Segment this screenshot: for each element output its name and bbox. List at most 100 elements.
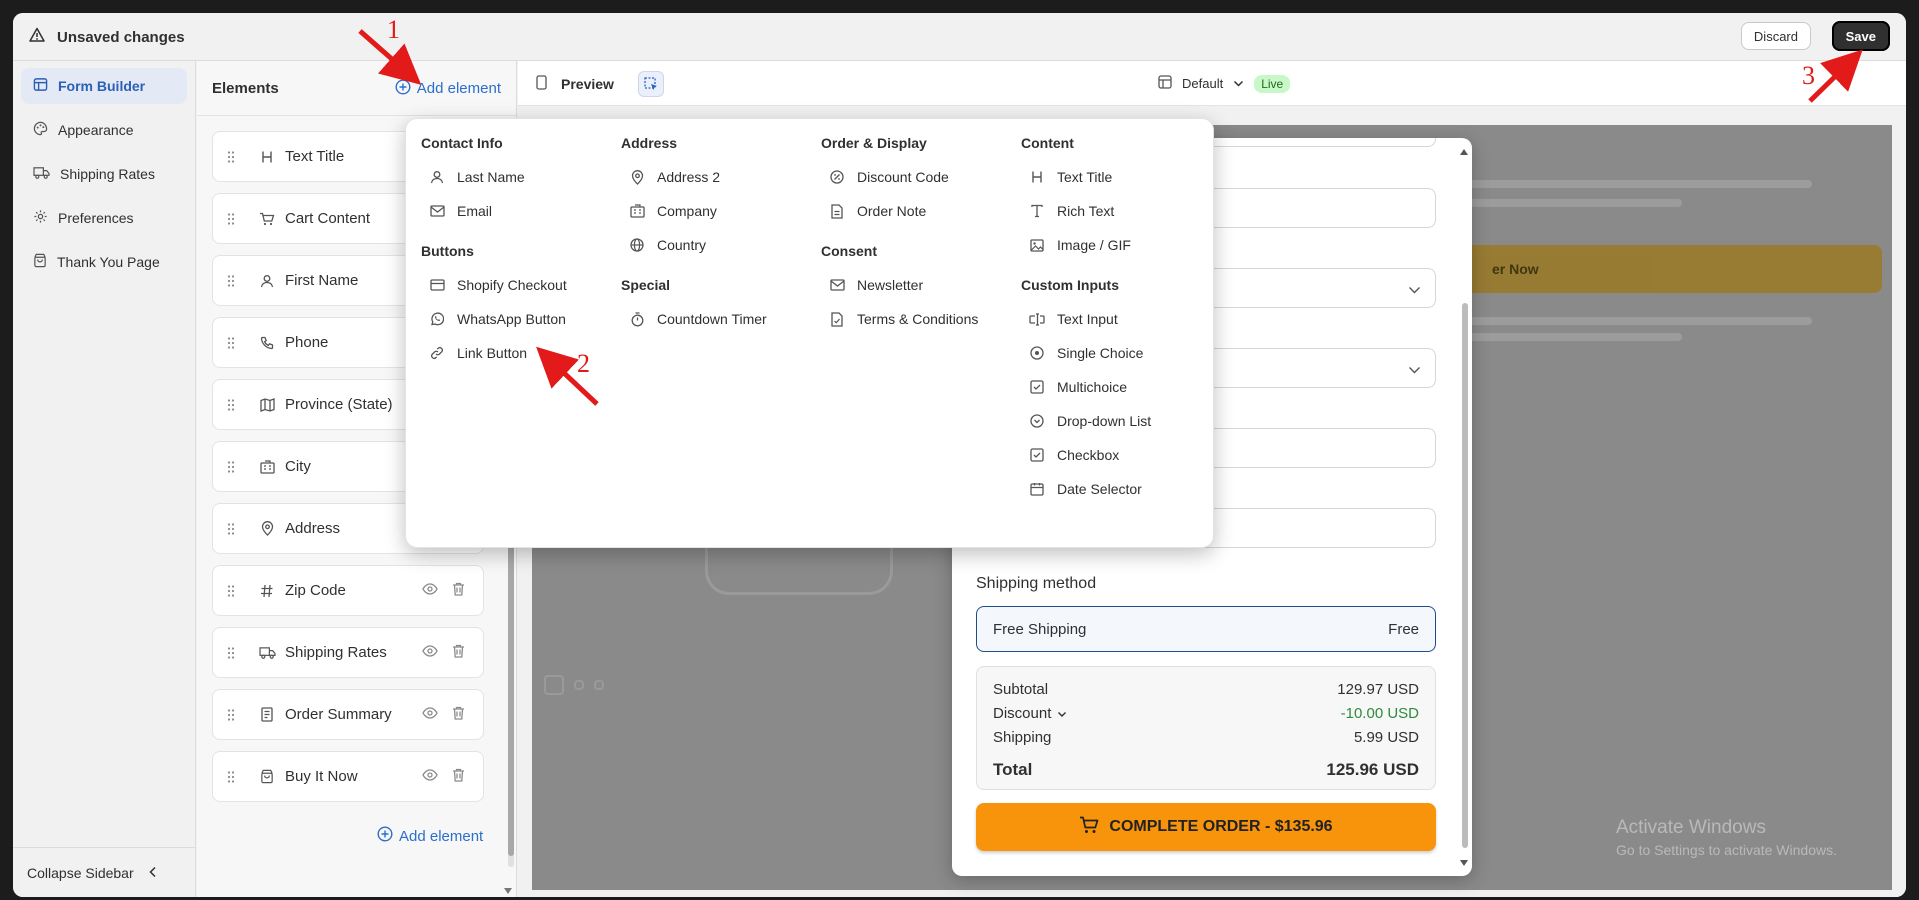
trash-icon[interactable] [452,582,465,600]
drag-handle-icon[interactable] [213,646,249,660]
eye-icon[interactable] [422,768,438,786]
add-element-bottom-button[interactable]: Add element [377,826,483,846]
drag-handle-icon[interactable] [213,336,249,350]
menu-item-label: Single Choice [1057,345,1144,361]
preview-mode: Preview [536,61,664,106]
drag-handle-icon[interactable] [213,522,249,536]
menu-item-label: Multichoice [1057,379,1128,395]
trash-icon[interactable] [452,706,465,724]
preview-toolbar: Preview Default Live [518,61,1906,106]
scroll-up-arrow-icon[interactable] [1460,142,1468,159]
drag-handle-icon[interactable] [213,584,249,598]
menu-item-text-input[interactable]: Text Input [1029,304,1118,334]
complete-order-button[interactable]: COMPLETE ORDER - $135.96 [976,803,1436,851]
checkbox-icon [1029,448,1045,462]
element-row-order-summary[interactable]: Order Summary [212,689,484,740]
sidebar-item-preferences[interactable]: Preferences [21,200,187,236]
element-row-buy-it-now[interactable]: Buy It Now [212,751,484,802]
menu-item-last-name[interactable]: Last Name [429,162,525,192]
menu-item-shopify-checkout[interactable]: Shopify Checkout [429,270,567,300]
drag-handle-icon[interactable] [213,150,249,164]
menu-item-label: Terms & Conditions [857,311,979,327]
background-text-line [1462,199,1682,207]
menu-item-country[interactable]: Country [629,230,706,260]
bag-icon [249,769,285,784]
drag-handle-icon[interactable] [213,274,249,288]
menu-item-order-note[interactable]: Order Note [829,196,926,226]
shipping-option-free[interactable]: Free Shipping Free [976,606,1436,652]
shipping-row: Shipping 5.99 USD [993,725,1419,749]
menu-item-drop-down-list[interactable]: Drop-down List [1029,406,1151,436]
chevron-down-icon [1408,281,1421,298]
trash-icon[interactable] [452,644,465,662]
chevron-down-icon [1057,705,1067,722]
menu-item-company[interactable]: Company [629,196,717,226]
live-status-badge: Live [1254,74,1291,93]
save-button[interactable]: Save [1831,21,1890,51]
menu-item-label: WhatsApp Button [457,311,566,327]
drag-handle-icon[interactable] [213,708,249,722]
shipping-option-price: Free [1388,620,1419,638]
plus-circle-icon [377,826,393,846]
total-row: Total 125.96 USD [993,753,1419,787]
type-icon [1029,204,1045,218]
sidebar-item-shipping-rates[interactable]: Shipping Rates [21,156,187,192]
menu-item-discount-code[interactable]: Discount Code [829,162,949,192]
discard-button[interactable]: Discard [1740,22,1811,50]
discount-row[interactable]: Discount -10.00 USD [993,701,1419,725]
dropdown-group-title-custom-inputs: Custom Inputs [1021,277,1119,293]
sidebar-item-form-builder[interactable]: Form Builder [21,68,187,104]
form-scrollbar[interactable] [1462,303,1468,848]
drag-handle-icon[interactable] [213,212,249,226]
menu-item-label: Rich Text [1057,203,1115,219]
menu-item-text-title[interactable]: Text Title [1029,162,1112,192]
drag-handle-icon[interactable] [213,460,249,474]
menu-item-whatsapp-button[interactable]: WhatsApp Button [429,304,566,334]
elements-header: Elements Add element [197,61,516,116]
add-element-button[interactable]: Add element [395,61,501,116]
subtotal-value: 129.97 USD [1337,680,1419,698]
menu-item-single-choice[interactable]: Single Choice [1029,338,1143,368]
sidebar-item-thank-you-page[interactable]: Thank You Page [21,244,187,280]
menu-item-terms-conditions[interactable]: Terms & Conditions [829,304,978,334]
drag-handle-icon[interactable] [213,398,249,412]
menu-item-rich-text[interactable]: Rich Text [1029,196,1114,226]
menu-item-email[interactable]: Email [429,196,492,226]
element-row-shipping-rates[interactable]: Shipping Rates [212,627,484,678]
chevron-down-icon [1408,361,1421,378]
scroll-down-arrow-icon[interactable] [504,881,512,897]
menu-item-label: Checkbox [1057,447,1120,463]
menu-item-multichoice[interactable]: Multichoice [1029,372,1127,402]
template-selector[interactable]: Default Live [1158,61,1291,106]
sidebar-item-appearance[interactable]: Appearance [21,112,187,148]
menu-item-newsletter[interactable]: Newsletter [829,270,923,300]
drag-handle-icon[interactable] [213,770,249,784]
eye-icon[interactable] [422,644,438,662]
menu-item-image-gif[interactable]: Image / GIF [1029,230,1131,260]
mobile-device-icon[interactable] [536,74,547,93]
menu-item-address-2[interactable]: Address 2 [629,162,720,192]
menu-item-date-selector[interactable]: Date Selector [1029,474,1142,504]
menu-item-countdown-timer[interactable]: Countdown Timer [629,304,767,334]
total-value: 125.96 USD [1326,760,1419,779]
menu-item-checkbox[interactable]: Checkbox [1029,440,1119,470]
trash-icon[interactable] [452,768,465,786]
eye-icon[interactable] [422,582,438,600]
gear-icon [33,209,48,227]
add-element-label: Add element [416,80,501,97]
element-row-zip-code[interactable]: Zip Code [212,565,484,616]
radio-icon [1029,346,1045,360]
menu-item-label: Email [457,203,493,219]
select-element-icon[interactable] [637,70,664,97]
scroll-down-arrow-icon[interactable] [1460,853,1468,870]
element-label: Order Summary [285,706,392,723]
menu-item-link-button[interactable]: Link Button [429,338,527,368]
annotation-number: 3 [1802,61,1815,90]
map-icon [249,397,285,412]
building-icon [249,459,285,474]
sidebar-item-label: Appearance [58,122,134,138]
checkbox-icon [1029,380,1045,394]
collapse-sidebar-button[interactable]: Collapse Sidebar [13,847,195,897]
eye-icon[interactable] [422,706,438,724]
pin-icon [249,521,285,536]
